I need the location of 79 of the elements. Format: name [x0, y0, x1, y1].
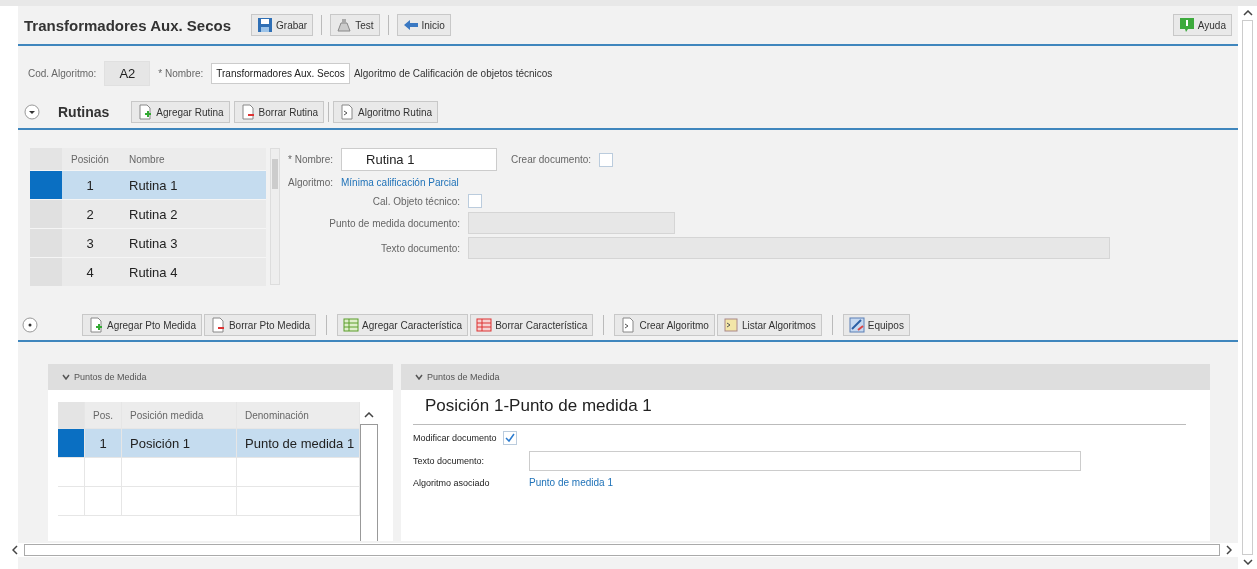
column-header[interactable]: Pos.	[85, 402, 122, 428]
input-field[interactable]	[468, 212, 675, 234]
list-icon	[722, 317, 739, 333]
toolbar-button[interactable]: Borrar Característica	[470, 314, 594, 336]
toolbar-button[interactable]: Listar Algoritmos	[716, 314, 822, 336]
section-title: Rutinas	[58, 104, 110, 120]
field-label: Algoritmo asociado	[413, 477, 491, 488]
panel-header[interactable]: Puntos de Medida	[401, 364, 1210, 390]
algorithm-link[interactable]: Punto de medida 1	[529, 477, 613, 488]
toolbar-button[interactable]: Algoritmo Rutina	[333, 101, 438, 123]
table-row[interactable]: 2 Rutina 2	[30, 199, 266, 228]
document-icon	[339, 104, 356, 120]
help-button[interactable]: Ayuda	[1172, 14, 1232, 36]
detail-heading: Posición 1-Punto de medida 1	[413, 396, 1186, 425]
field-label: Crear documento:	[511, 154, 592, 165]
code-field: A2	[104, 60, 151, 86]
add-document-icon	[88, 317, 104, 333]
table-row[interactable]: 1 Rutina 1	[30, 170, 266, 199]
document-icon	[620, 317, 637, 333]
back-arrow-icon	[402, 17, 419, 33]
remove-document-icon	[209, 317, 226, 333]
field-label: Modificar documento	[413, 433, 497, 443]
table-row[interactable]: 4 Rutina 4	[30, 257, 266, 286]
add-document-icon	[137, 104, 154, 120]
remove-document-icon	[239, 104, 256, 120]
horizontal-scrollbar[interactable]	[24, 544, 1220, 556]
input-field[interactable]	[468, 237, 1110, 259]
input-field[interactable]	[529, 451, 1081, 471]
table-icon	[343, 317, 360, 333]
toolbar-button[interactable]: Crear Algoritmo	[614, 314, 715, 336]
toolbar-button[interactable]: Test	[330, 14, 380, 36]
select-all-cell[interactable]	[58, 402, 85, 428]
vertical-scrollbar[interactable]	[1242, 20, 1253, 555]
field-label: Punto de medida documento:	[328, 217, 460, 229]
column-header[interactable]: Nombre	[117, 153, 266, 165]
name-field[interactable]: Rutina 1	[341, 148, 497, 171]
help-icon	[1178, 17, 1195, 33]
field-label: Cal. Objeto técnico:	[371, 195, 460, 207]
chevron-down-icon	[415, 374, 423, 380]
column-header[interactable]: Posición	[63, 153, 117, 165]
toolbar-button[interactable]: Inicio	[396, 14, 451, 36]
select-all-cell[interactable]	[30, 148, 62, 170]
save-icon	[257, 17, 274, 33]
scroll-up-icon[interactable]	[1242, 10, 1253, 16]
column-header[interactable]: Posición medida	[122, 402, 237, 428]
panel-header[interactable]: Puntos de Medida	[48, 364, 393, 390]
table-icon	[476, 317, 493, 333]
field-label: * Nombre:	[288, 154, 333, 165]
checkbox[interactable]	[502, 431, 517, 445]
name-field[interactable]: Transformadores Aux. Secos	[211, 62, 350, 84]
checkbox[interactable]	[468, 194, 482, 208]
chevron-down-icon	[62, 374, 70, 380]
scroll-left-icon[interactable]	[12, 545, 18, 555]
toolbar-button[interactable]: Grabar	[251, 14, 314, 36]
page-title: Transformadores Aux. Secos	[24, 16, 232, 34]
table-row[interactable]: 3 Rutina 3	[30, 228, 266, 257]
toolbar-button[interactable]: Agregar Pto Medida	[82, 314, 202, 336]
scroll-right-icon[interactable]	[1226, 545, 1232, 555]
toolbar-button[interactable]: Agregar Característica	[337, 314, 469, 336]
toolbar-button[interactable]: Borrar Rutina	[233, 101, 325, 123]
collapse-icon[interactable]	[24, 104, 40, 120]
checkbox[interactable]	[599, 152, 614, 167]
description-text: Algoritmo de Calificación de objetos técnicos	[353, 67, 553, 79]
algorithm-link[interactable]: Mínima calificación Parcial	[341, 176, 459, 188]
field-label: * Nombre:	[158, 67, 204, 79]
field-label: Texto documento:	[413, 456, 486, 466]
scroll-down-icon[interactable]	[1242, 559, 1253, 565]
field-label: Algoritmo:	[288, 176, 333, 188]
scroll-up-icon[interactable]	[364, 412, 374, 418]
flask-icon	[336, 17, 353, 33]
toolbar-button[interactable]: Equipos	[842, 314, 910, 336]
toolbar-button[interactable]: Borrar Pto Medida	[203, 314, 317, 336]
table-scrollbar[interactable]	[360, 424, 378, 541]
table-row[interactable]: 1 Posición 1 Punto de medida 1	[58, 429, 360, 458]
tools-icon	[848, 317, 865, 333]
field-label: Texto documento:	[380, 242, 460, 254]
column-header[interactable]: Denominación	[237, 402, 360, 428]
field-label: Cod. Algoritmo:	[28, 67, 97, 79]
toolbar-button[interactable]: Agregar Rutina	[131, 101, 230, 123]
